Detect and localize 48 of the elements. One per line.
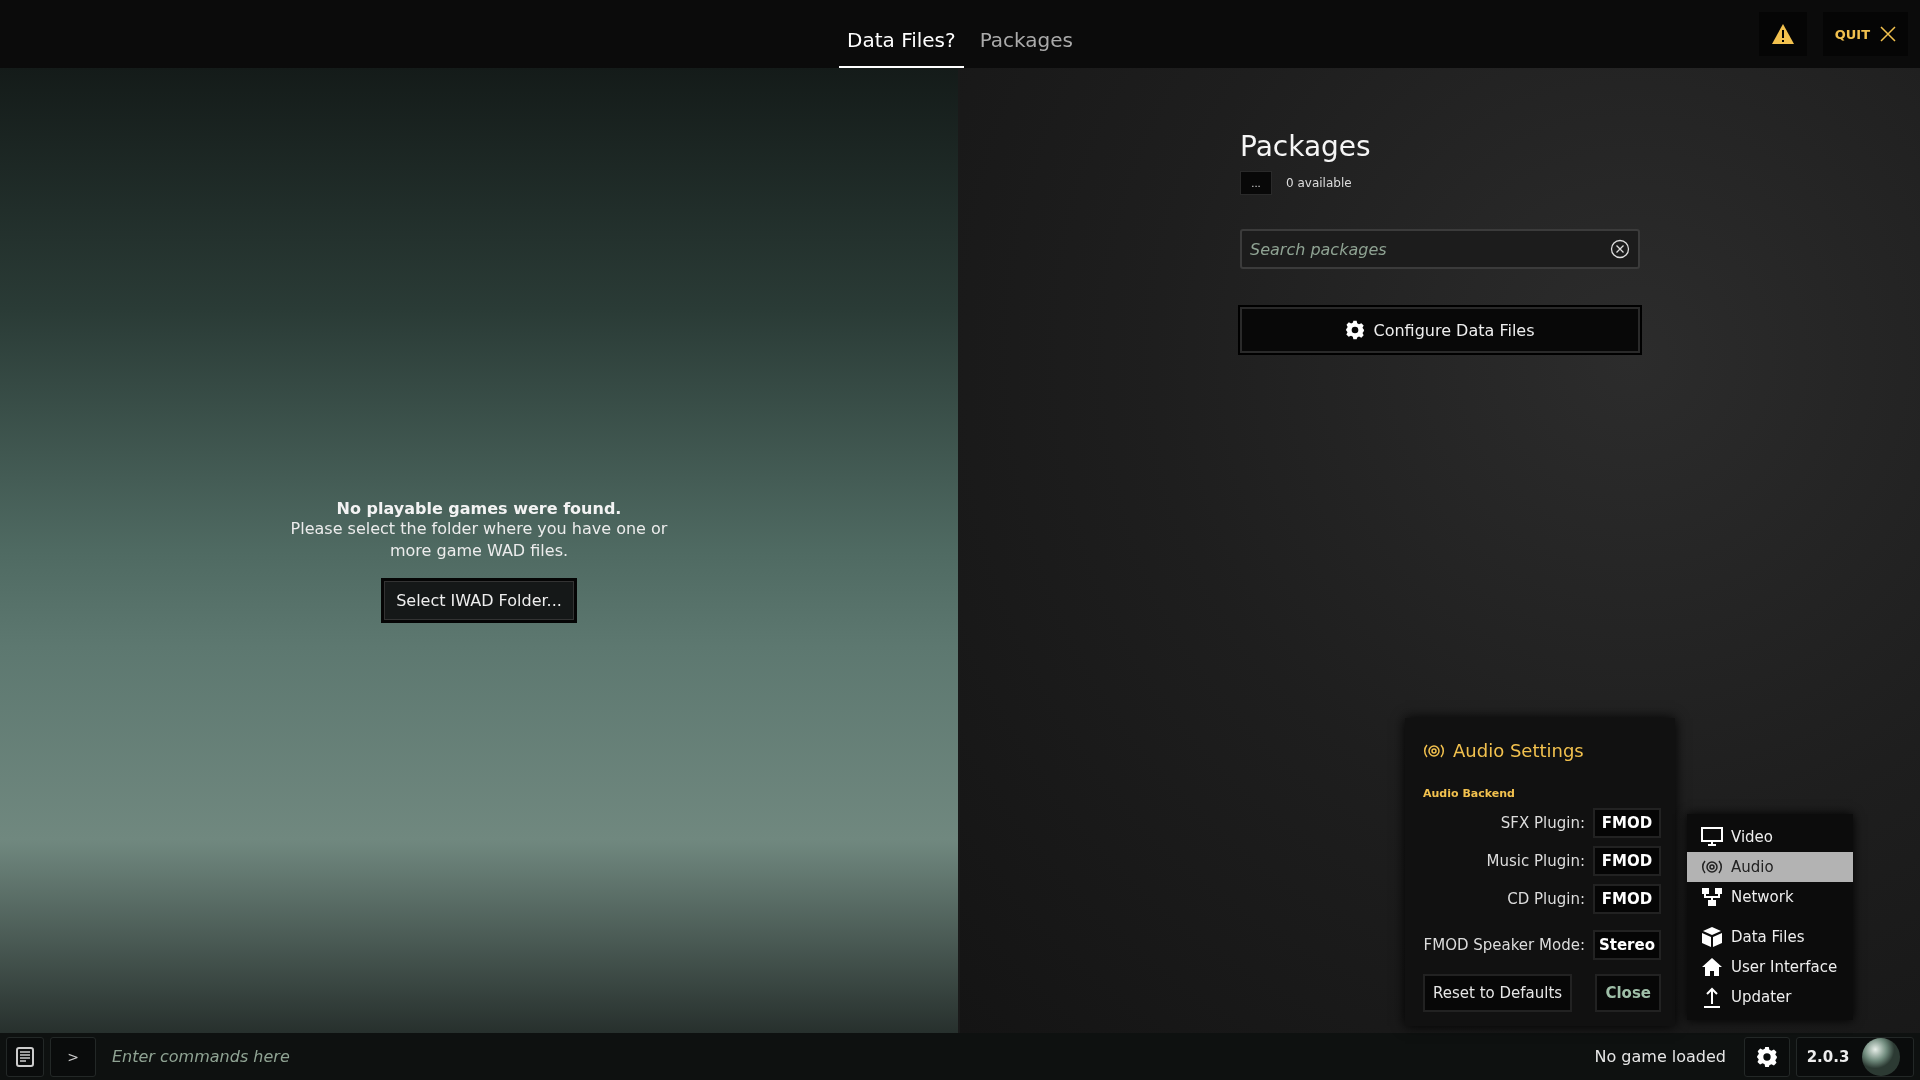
packages-count: 0 available [1286,176,1352,190]
settings-icon [1756,1045,1778,1068]
network-icon [1701,887,1723,907]
reset-button[interactable]: Reset to Defaults [1423,974,1573,1012]
game-status: No game loaded [1594,1047,1726,1066]
packages-title: Packages [1240,130,1372,163]
menu-item[interactable]: Data Files [1687,922,1853,952]
command-field[interactable]: Enter commands here [102,1036,1589,1077]
setting-value-button[interactable]: FMOD [1592,884,1661,914]
select-folder-button[interactable]: Select IWAD Folder... [381,577,577,623]
log-button[interactable] [6,1036,44,1077]
clear-icon[interactable] [1610,239,1630,259]
house-icon [1701,957,1723,977]
quit-button[interactable]: QUIT [1822,12,1908,56]
menu-item[interactable]: Network [1687,882,1853,912]
speaker-icon [1701,859,1723,875]
configure-data-files-button[interactable]: Configure Data Files [1240,307,1640,353]
speaker-icon [1423,742,1445,759]
setting-label: FMOD Speaker Mode: [1423,936,1585,954]
close-button[interactable]: Close [1595,974,1661,1012]
menu-item[interactable]: User Interface [1687,952,1853,982]
upload-icon [1701,986,1723,1008]
document-icon [16,1046,34,1067]
prompt-button[interactable]: > [50,1036,96,1077]
section-heading: Audio Backend [1423,787,1516,800]
setting-label: SFX Plugin: [1499,814,1585,832]
setting-value-button[interactable]: FMOD [1592,846,1661,876]
setting-label: CD Plugin: [1506,890,1585,908]
menu-item[interactable]: Audio [1687,852,1853,882]
search-field[interactable]: Search packages [1240,229,1640,269]
no-games-message: Please select the folder where you have one or more game WAD files. [289,517,669,562]
settings-button[interactable] [1744,1036,1790,1077]
panel-title: Audio Settings [1453,740,1584,761]
warning-button[interactable] [1758,12,1807,56]
warning-icon [1770,23,1795,45]
menu-item[interactable]: Updater [1687,982,1853,1012]
setting-value-button[interactable]: Stereo [1592,930,1661,960]
setting-value-button[interactable]: FMOD [1592,808,1661,838]
monitor-icon [1701,827,1723,847]
packages-menu-button[interactable]: ... [1240,171,1272,195]
gear-icon [1345,320,1366,340]
version-button[interactable]: 2.0.3 [1796,1036,1914,1077]
cube-icon [1701,926,1723,948]
menu-item[interactable]: Video [1687,822,1853,852]
no-games-title: No playable games were found. [336,498,622,518]
setting-label: Music Plugin: [1485,852,1585,870]
close-icon [1880,26,1896,42]
tab[interactable]: Packages [971,14,1081,68]
